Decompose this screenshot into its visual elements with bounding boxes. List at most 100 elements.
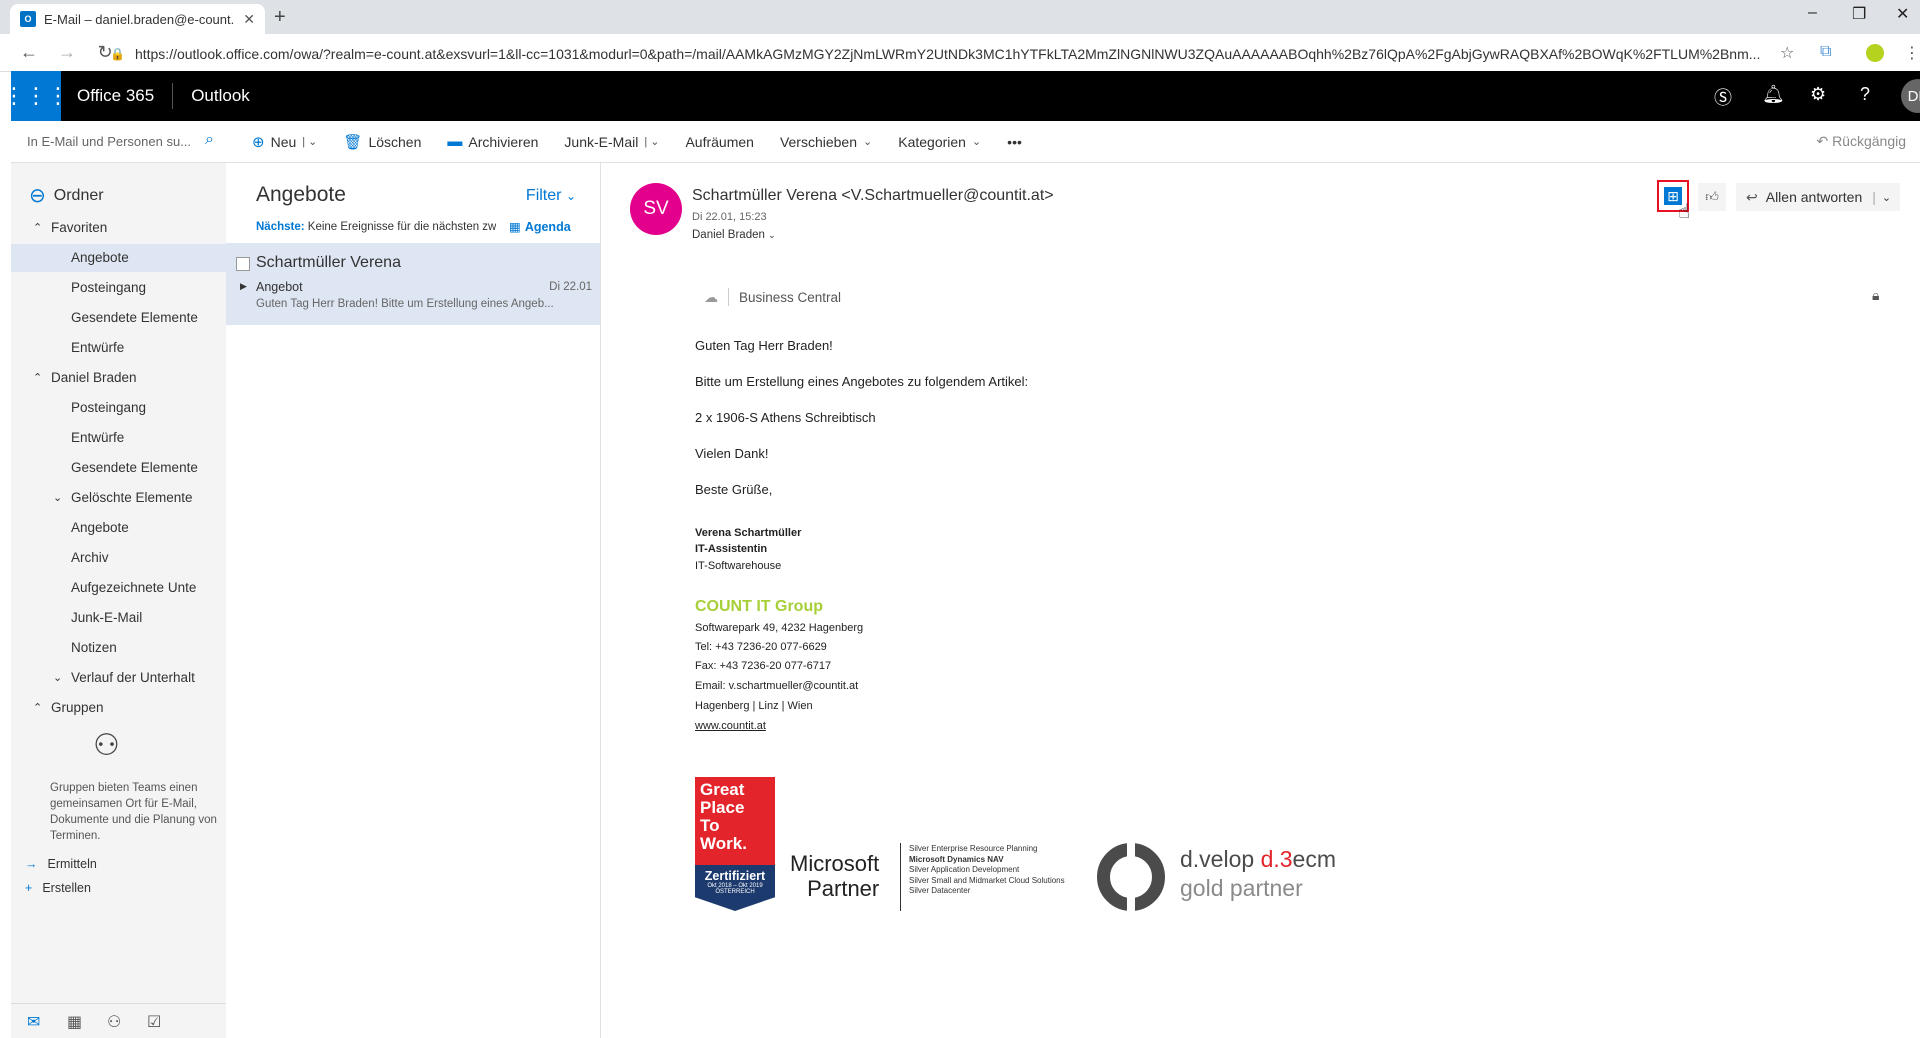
folder-item[interactable]: Aufgezeichnete Unte — [11, 574, 226, 602]
chevron-up-icon[interactable]: ⌃ — [33, 364, 42, 392]
folder-item[interactable]: Entwürfe — [11, 334, 226, 362]
signature-address: Softwarepark 49, 4232 Hagenberg — [695, 622, 864, 634]
minimize-button[interactable]: – — [1808, 4, 1817, 22]
folder-item[interactable]: Posteingang — [11, 394, 226, 422]
message-sender: Schartmüller Verena — [256, 254, 401, 271]
recipient-line[interactable]: Daniel Braden ⌄ — [692, 229, 776, 241]
folder-item[interactable]: ⌃ Gruppen — [11, 694, 226, 722]
browser-tab[interactable]: O E-Mail – daniel.braden@e-count. ✕ — [10, 4, 265, 34]
search-placeholder: In E-Mail und Personen su... — [27, 134, 192, 149]
calendar-icon: ▦ — [509, 220, 521, 234]
help-question-icon[interactable]: ? — [1860, 84, 1870, 105]
office365-brand[interactable]: Office 365 — [77, 83, 174, 109]
website-link[interactable]: www.countit.at — [695, 720, 766, 732]
close-window-button[interactable]: ✕ — [1896, 4, 1909, 24]
expand-conversation-icon[interactable]: ▶ — [240, 281, 247, 292]
new-tab-button[interactable]: + — [274, 6, 286, 29]
delete-button[interactable]: 🗑︎ Löschen — [343, 133, 421, 151]
lock-icon[interactable]: 🔒︎ — [1872, 287, 1879, 304]
chevron-up-icon[interactable]: ⌃ — [33, 694, 42, 722]
folder-item[interactable]: Angebote — [11, 514, 226, 542]
tasks-icon[interactable]: ☑ — [147, 1012, 161, 1032]
app-launcher-waffle-icon[interactable]: ⋮⋮⋮ — [3, 71, 69, 121]
sweep-button[interactable]: Aufräumen — [685, 134, 753, 150]
message-subject: Angebot — [256, 280, 303, 294]
sender-name[interactable]: Schartmüller Verena <V.Schartmueller@cou… — [692, 187, 1054, 205]
search-icon[interactable]: ⌕ — [205, 131, 214, 149]
agenda-button[interactable]: ▦ Agenda — [509, 219, 571, 234]
calendar-icon[interactable]: ▦ — [67, 1012, 82, 1032]
folder-item[interactable]: ⌄ Gelöschte Elemente — [11, 484, 226, 512]
folder-item[interactable]: ⌃ Favoriten — [11, 214, 226, 242]
skype-icon[interactable]: Ⓢ — [1714, 84, 1732, 110]
restore-button[interactable]: ❐ — [1852, 4, 1866, 24]
folder-label: Aufgezeichnete Unte — [71, 580, 197, 595]
addin-bar[interactable]: ☁ Business Central — [694, 283, 1894, 311]
user-avatar[interactable]: DB — [1901, 79, 1920, 113]
gear-icon[interactable]: ⚙ — [1810, 84, 1826, 105]
folder-item[interactable]: Gesendete Elemente — [11, 304, 226, 332]
chevron-up-icon[interactable]: ⌃ — [33, 214, 42, 242]
like-button[interactable]: 👍︎ — [1698, 183, 1726, 211]
signature-locations: Hagenberg | Linz | Wien — [695, 700, 813, 712]
chevron-down-icon[interactable]: | ⌄ — [644, 135, 659, 148]
folder-item[interactable]: Angebote — [11, 244, 226, 272]
archive-icon: ▬ — [447, 133, 463, 150]
chevron-down-icon[interactable]: ⌄ — [53, 664, 62, 692]
folder-item[interactable]: Posteingang — [11, 274, 226, 302]
translate-extension-icon[interactable]: ⧉ — [1820, 43, 1831, 61]
reply-all-button[interactable]: ↩ Allen antworten | ⌄ — [1736, 183, 1900, 211]
new-button[interactable]: ⊕ Neu | ⌄ — [252, 133, 317, 151]
addin-cloud-icon: ☁ — [704, 288, 718, 305]
people-icon[interactable]: ⚇ — [107, 1012, 121, 1032]
categories-button[interactable]: Kategorien ⌄ — [898, 134, 981, 150]
body-line: Guten Tag Herr Braden! — [695, 338, 833, 353]
folder-item[interactable]: ⌃ Daniel Braden — [11, 364, 226, 392]
folder-item[interactable]: Gesendete Elemente — [11, 454, 226, 482]
chrome-menu-icon[interactable]: ⋮ — [1904, 43, 1920, 63]
bookmark-star-icon[interactable]: ☆ — [1780, 43, 1794, 63]
create-group-link[interactable]: + Erstellen — [25, 881, 91, 895]
folder-label: Entwürfe — [71, 340, 125, 355]
select-checkbox[interactable] — [236, 257, 250, 271]
back-circle-icon[interactable]: ⊖ — [29, 183, 46, 208]
more-actions-button[interactable]: ••• — [1007, 134, 1022, 150]
forward-arrow-icon[interactable]: → — [58, 42, 76, 63]
folder-item[interactable]: Entwürfe — [11, 424, 226, 452]
bell-notification-icon[interactable]: 🔔︎ — [1762, 84, 1785, 105]
chevron-down-icon[interactable]: ⌄ — [1882, 191, 1891, 204]
address-bar[interactable]: 🔒 https://outlook.office.com/owa/?realm=… — [110, 41, 1790, 67]
filter-button[interactable]: Filter ⌄ — [526, 187, 576, 205]
signature-name: Verena Schartmüller — [695, 527, 802, 539]
back-arrow-icon[interactable]: ← — [20, 42, 38, 63]
close-tab-icon[interactable]: ✕ — [243, 11, 255, 28]
signature-department: IT-Softwarehouse — [695, 560, 782, 572]
arrow-right-icon: → — [25, 857, 38, 871]
outlook-app-name[interactable]: Outlook — [191, 86, 250, 106]
move-button[interactable]: Verschieben ⌄ — [780, 134, 872, 150]
folder-item[interactable]: Notizen — [11, 634, 226, 662]
sender-avatar[interactable]: SV — [630, 183, 682, 235]
upcoming-events: Nächste: Keine Ereignisse für die nächst… — [256, 221, 496, 233]
discover-groups-link[interactable]: → Ermitteln — [25, 857, 97, 871]
addin-name: Business Central — [739, 289, 842, 305]
junk-button[interactable]: Junk-E-Mail | ⌄ — [564, 134, 659, 150]
extension-icon[interactable] — [1866, 44, 1884, 62]
signature-tel: Tel: +43 7236-20 077-6629 — [695, 641, 827, 653]
chevron-down-icon[interactable]: | ⌄ — [302, 135, 317, 148]
groups-description: Gruppen bieten Teams einen gemeinsamen O… — [50, 782, 217, 842]
chevron-down-icon[interactable]: ⌄ — [53, 484, 62, 512]
folder-item[interactable]: Archiv — [11, 544, 226, 572]
archive-button[interactable]: ▬ Archivieren — [447, 133, 538, 150]
mail-icon[interactable]: ✉ — [27, 1012, 40, 1032]
expand-recipients-icon[interactable]: ⌄ — [768, 230, 776, 240]
folder-item[interactable]: ⌄ Verlauf der Unterhalt — [11, 664, 226, 692]
folders-header[interactable]: ⊖ Ordner — [29, 183, 104, 208]
search-input[interactable]: In E-Mail und Personen su... ⌕ — [11, 121, 226, 163]
company-name: COUNT IT Group — [695, 598, 823, 615]
folder-item[interactable]: Junk-E-Mail — [11, 604, 226, 632]
undo-button[interactable]: ↶ Rückgängig — [1816, 133, 1906, 150]
signature-email[interactable]: Email: v.schartmueller@countit.at — [695, 680, 858, 692]
folder-label: Posteingang — [71, 280, 147, 295]
message-item[interactable]: Schartmüller Verena ▶ Angebot Di 22.01 G… — [226, 243, 600, 325]
